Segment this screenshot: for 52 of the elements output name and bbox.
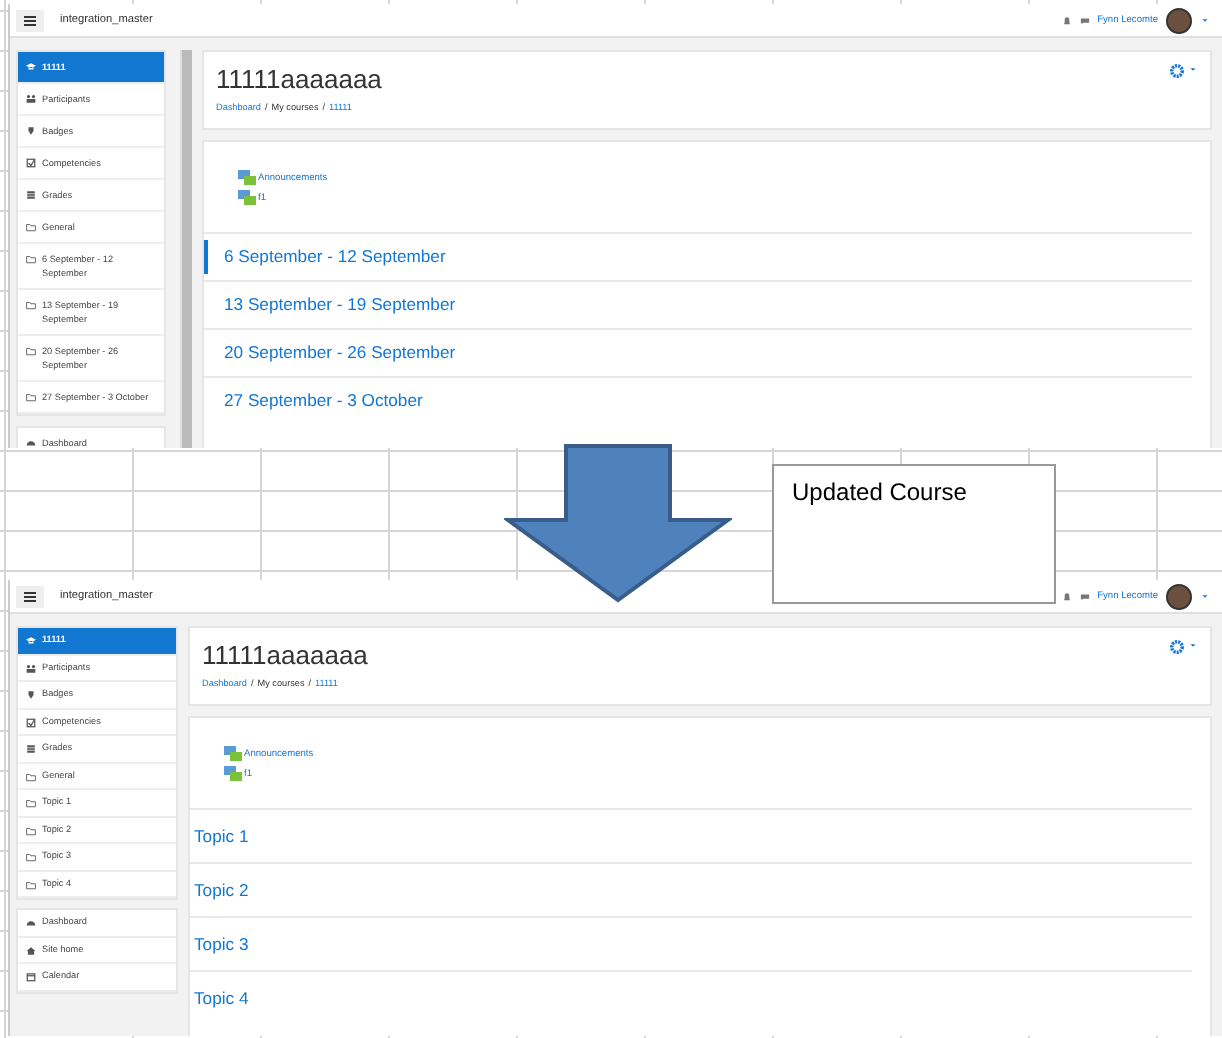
- folder-icon: [26, 346, 36, 356]
- section-title[interactable]: Topic 3: [194, 934, 1188, 954]
- menu-icon: [24, 15, 36, 25]
- menu-icon: [24, 591, 36, 601]
- checkbox-icon: [26, 717, 36, 727]
- folder-icon: [26, 852, 36, 862]
- house-icon: [26, 945, 36, 955]
- avatar[interactable]: [1166, 7, 1192, 33]
- gauge-icon: [26, 918, 36, 928]
- graduation-cap-icon: [26, 62, 36, 72]
- folder-icon: [26, 222, 36, 232]
- section-title[interactable]: Topic 2: [194, 880, 1188, 900]
- callout-text: Updated Course: [772, 464, 1056, 604]
- folder-icon: [26, 771, 36, 781]
- folder-icon: [26, 798, 36, 808]
- calendar-icon: [26, 972, 36, 982]
- shield-icon: [26, 126, 36, 136]
- avatar[interactable]: [1166, 583, 1192, 609]
- section-title[interactable]: 6 September - 12 September: [224, 246, 1188, 266]
- gauge-icon: [26, 438, 36, 448]
- menu-button[interactable]: [16, 585, 44, 607]
- menu-button[interactable]: [16, 9, 44, 31]
- section-title[interactable]: 27 September - 3 October: [224, 390, 1188, 410]
- caret-icon[interactable]: [1188, 64, 1198, 74]
- checkbox-icon: [26, 158, 36, 168]
- section-title[interactable]: Topic 4: [194, 988, 1188, 1008]
- table-icon: [26, 744, 36, 754]
- table-icon: [26, 190, 36, 200]
- course-title: 11111aaaaaaa: [216, 64, 384, 94]
- folder-icon: [26, 300, 36, 310]
- section-title[interactable]: 13 September - 19 September: [224, 294, 1188, 314]
- users-icon: [26, 94, 36, 104]
- folder-icon: [26, 825, 36, 835]
- bell-icon[interactable]: [1061, 591, 1072, 601]
- chat-icon[interactable]: [1079, 15, 1090, 25]
- scrollbar[interactable]: [180, 50, 192, 448]
- folder-icon: [26, 879, 36, 889]
- course-title: 11111aaaaaaa: [202, 640, 370, 670]
- section-title[interactable]: 20 September - 26 September: [224, 342, 1188, 362]
- section-title[interactable]: Topic 1: [194, 826, 1188, 846]
- bell-icon[interactable]: [1061, 15, 1072, 25]
- settings-icon[interactable]: [1170, 640, 1184, 654]
- caret-icon[interactable]: [1200, 15, 1210, 25]
- settings-icon[interactable]: [1170, 64, 1184, 78]
- caret-icon[interactable]: [1188, 640, 1198, 650]
- users-icon: [26, 663, 36, 673]
- folder-icon: [26, 254, 36, 264]
- folder-icon: [26, 392, 36, 402]
- shield-icon: [26, 690, 36, 700]
- chat-icon[interactable]: [1079, 591, 1090, 601]
- caret-icon[interactable]: [1200, 591, 1210, 601]
- graduation-cap-icon: [26, 636, 36, 646]
